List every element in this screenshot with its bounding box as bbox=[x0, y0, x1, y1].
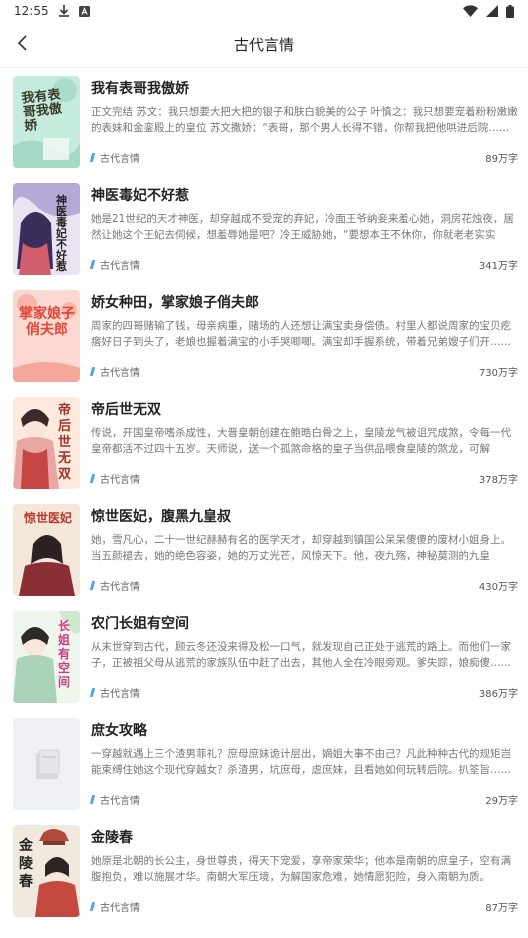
book-description: 一穿越就遇上三个渣男菲礼？庶母庶妹诡计层出，嫡姐大事不由己？凡此种种古代的规矩岂… bbox=[91, 748, 511, 776]
book-description: 从末世穿到古代，顾云冬还没来得及松一口气，就发现自己正处于逃荒的路上。而他们一家… bbox=[91, 641, 511, 669]
book-cover-placeholder bbox=[13, 718, 80, 810]
page-title: 古代言情 bbox=[233, 36, 294, 54]
app-notification-icon bbox=[78, 5, 90, 17]
category-mark-icon bbox=[89, 153, 96, 162]
book-word-count: 89万字 bbox=[485, 154, 518, 165]
book-item[interactable]: 帝后世无双 帝后世无双 传说，开国皇帝嗜杀成性，大晋皇朝创建在鲍晧白骨之上，皇陵… bbox=[0, 390, 528, 497]
book-category: 古代言情 bbox=[100, 796, 140, 807]
book-title: 帝后世无双 bbox=[91, 402, 161, 418]
book-item[interactable]: 金陵春 金陵春 她原是北朝的长公主，身世尊贵，得天下宠爱，享帝家荣华；他本是南朝… bbox=[0, 818, 528, 925]
book-list: 我有表哥我傲娇 我有表哥我傲娇 正文完结 苏文：我只想要大把大把的银子和肤白貌美… bbox=[0, 69, 528, 925]
book-description: 传说，开国皇帝嗜杀成性，大晋皇朝创建在鲍晧白骨之上，皇陵龙气被诅咒成煞，令每一代… bbox=[91, 427, 511, 455]
book-category: 古代言情 bbox=[100, 903, 140, 914]
book-word-count: 730万字 bbox=[478, 368, 518, 379]
book-word-count: 378万字 bbox=[478, 475, 518, 486]
book-item[interactable]: 庶女攻略 一穿越就遇上三个渣男菲礼？庶母庶妹诡计层出，嫡姐大事不由己？凡此种种古… bbox=[0, 711, 528, 818]
book-cover: 惊世医妃 bbox=[13, 504, 80, 596]
book-word-count: 87万字 bbox=[485, 903, 518, 914]
book-description: 她是21世纪的天才神医，却穿越成不受宠的弃妃，冷面王爷纳妾来羞心她，洞房花烛夜，… bbox=[91, 213, 514, 241]
book-title: 惊世医妃，腹黑九皇叔 bbox=[91, 509, 231, 525]
cover-title-text: 帝后世无双 bbox=[58, 403, 72, 482]
category-mark-icon bbox=[89, 795, 96, 804]
book-item[interactable]: 神医毒妃不好惹 神医毒妃不好惹 她是21世纪的天才神医，却穿越成不受宠的弃妃，冷… bbox=[0, 176, 528, 283]
book-cover: 长姐有空间 bbox=[13, 611, 80, 703]
book-cover: 神医毒妃不好惹 bbox=[13, 183, 80, 275]
book-item[interactable]: 惊世医妃 惊世医妃，腹黑九皇叔 她，雪凡心，二十一世纪赫赫有名的医学天才，却穿越… bbox=[0, 497, 528, 604]
cover-title-text: 惊世医妃 bbox=[23, 511, 72, 525]
book-title: 神医毒妃不好惹 bbox=[91, 188, 189, 204]
status-bar: 12:55 bbox=[0, 0, 528, 22]
cover-title-text: 长姐有空间 bbox=[58, 619, 71, 689]
book-category: 古代言情 bbox=[100, 689, 140, 700]
book-title: 娇女种田，掌家娘子俏夫郎 bbox=[91, 295, 259, 311]
category-mark-icon bbox=[89, 260, 96, 269]
book-word-count: 341万字 bbox=[478, 261, 518, 272]
book-category: 古代言情 bbox=[100, 368, 140, 379]
book-placeholder-icon bbox=[30, 747, 64, 781]
book-description: 她，雪凡心，二十一世纪赫赫有名的医学天才，却穿越到镇国公呆呆傻傻的废材小姐身上。… bbox=[91, 534, 511, 562]
category-mark-icon bbox=[89, 902, 96, 911]
category-mark-icon bbox=[89, 474, 96, 483]
nav-bar: 古代言情 bbox=[0, 22, 528, 68]
book-item[interactable]: 长姐有空间 农门长姐有空间 从末世穿到古代，顾云冬还没来得及松一口气，就发现自己… bbox=[0, 604, 528, 711]
cover-title-text: 神医毒妃不好惹 bbox=[56, 194, 67, 273]
cover-title-text: 掌家娘子俏夫郎 bbox=[19, 306, 75, 338]
book-description: 她原是北朝的长公主，身世尊贵，得天下宠爱，享帝家荣华；他本是南朝的庶皇子，空有满… bbox=[91, 855, 511, 883]
book-cover: 帝后世无双 bbox=[13, 397, 80, 489]
book-word-count: 29万字 bbox=[485, 796, 518, 807]
book-item[interactable]: 我有表哥我傲娇 我有表哥我傲娇 正文完结 苏文：我只想要大把大把的银子和肤白貌美… bbox=[0, 69, 528, 176]
book-cover: 金陵春 bbox=[13, 825, 80, 917]
book-category: 古代言情 bbox=[100, 582, 140, 593]
book-cover: 我有表哥我傲娇 bbox=[13, 76, 80, 168]
book-item[interactable]: 掌家娘子俏夫郎 娇女种田，掌家娘子俏夫郎 周家的四哥赌输了钱，母亲病重，赌场的人… bbox=[0, 283, 528, 390]
book-cover: 掌家娘子俏夫郎 bbox=[13, 290, 80, 382]
category-mark-icon bbox=[89, 688, 96, 697]
signal-icon bbox=[486, 5, 498, 17]
book-category: 古代言情 bbox=[100, 475, 140, 486]
book-title: 庶女攻略 bbox=[91, 723, 147, 739]
book-category: 古代言情 bbox=[100, 154, 140, 165]
back-button[interactable] bbox=[8, 30, 38, 60]
status-time: 12:55 bbox=[14, 4, 49, 18]
category-mark-icon bbox=[89, 581, 96, 590]
book-title: 我有表哥我傲娇 bbox=[91, 81, 189, 97]
cover-title-text: 金陵春 bbox=[19, 838, 33, 890]
book-word-count: 386万字 bbox=[478, 689, 518, 700]
book-category: 古代言情 bbox=[100, 261, 140, 272]
category-mark-icon bbox=[89, 367, 96, 376]
battery-icon bbox=[506, 4, 514, 18]
book-description: 正文完结 苏文：我只想要大把大把的银子和肤白貌美的公子 叶慎之：我只想要宠着粉粉… bbox=[91, 106, 518, 134]
book-title: 农门长姐有空间 bbox=[91, 616, 189, 632]
wifi-icon bbox=[463, 5, 478, 17]
cover-title-text: 我有表哥我傲娇 bbox=[20, 87, 63, 135]
chevron-left-icon bbox=[17, 35, 29, 55]
book-description: 周家的四哥赌输了钱，母亲病重，赌场的人还想让满宝卖身偿债。村里人都说周家的宝贝疙… bbox=[91, 320, 511, 348]
download-icon bbox=[58, 5, 69, 17]
book-word-count: 430万字 bbox=[478, 582, 518, 593]
book-title: 金陵春 bbox=[91, 830, 133, 846]
